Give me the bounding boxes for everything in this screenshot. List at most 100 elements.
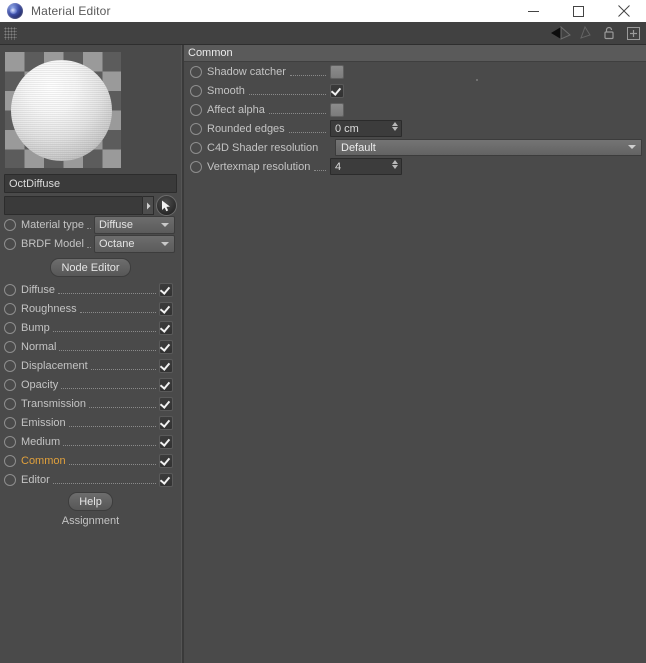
material-type-select[interactable]: Diffuse: [93, 215, 175, 234]
shader-link-input[interactable]: [4, 196, 143, 215]
channel-checkbox[interactable]: [159, 282, 173, 297]
dot-leader: [68, 456, 156, 465]
setting-radio[interactable]: [190, 84, 202, 97]
drag-grip[interactable]: [4, 26, 17, 40]
shader-link-row: [4, 195, 177, 216]
setting-checkbox[interactable]: [330, 64, 344, 79]
dot-leader: [86, 220, 91, 229]
channel-radio[interactable]: [4, 359, 16, 372]
setting-label: Rounded edges: [207, 122, 285, 135]
channel-checkbox[interactable]: [159, 453, 173, 468]
channel-checkbox[interactable]: [159, 434, 173, 449]
brdf-model-radio[interactable]: [4, 237, 16, 250]
assignment-label[interactable]: Assignment: [0, 515, 181, 527]
setting-radio[interactable]: [190, 141, 202, 154]
channel-radio[interactable]: [4, 454, 16, 467]
pick-cursor-icon[interactable]: [156, 195, 177, 216]
setting-value: Default: [341, 141, 376, 154]
channel-label: Common: [21, 454, 66, 467]
dot-leader: [52, 475, 156, 484]
brdf-model-value: Octane: [98, 237, 135, 250]
setting-label: Vertexmap resolution: [207, 160, 311, 173]
channel-row: Roughness: [0, 299, 181, 318]
setting-row: Smooth: [184, 81, 646, 100]
setting-value: 0 cm: [335, 122, 359, 135]
setting-label: Affect alpha: [207, 103, 265, 116]
setting-spinner[interactable]: 0 cm: [330, 120, 402, 137]
material-type-value: Diffuse: [98, 218, 134, 231]
chevron-down-icon: [161, 241, 169, 246]
channel-radio[interactable]: [4, 416, 16, 429]
forward-arrow-icon[interactable]: [574, 23, 596, 43]
channel-checkbox[interactable]: [159, 415, 173, 430]
channel-radio[interactable]: [4, 473, 16, 486]
channel-row: Displacement: [0, 356, 181, 375]
window-title: Material Editor: [31, 4, 111, 18]
dot-leader: [59, 342, 156, 351]
setting-label: Smooth: [207, 84, 245, 97]
channel-radio[interactable]: [4, 283, 16, 296]
channel-checkbox[interactable]: [159, 358, 173, 373]
back-arrow-icon[interactable]: [550, 23, 572, 43]
editor-toolbar: [0, 22, 646, 45]
dot-leader: [89, 399, 156, 408]
dot-leader: [289, 67, 326, 76]
node-editor-button[interactable]: Node Editor: [50, 258, 131, 277]
channel-row: Opacity: [0, 375, 181, 394]
setting-row: C4D Shader resolution Default: [184, 138, 646, 157]
channel-label: Diffuse: [21, 283, 56, 296]
minimize-button[interactable]: [511, 0, 556, 22]
dot-leader: [314, 162, 326, 171]
channel-radio[interactable]: [4, 340, 16, 353]
channel-radio[interactable]: [4, 302, 16, 315]
setting-checkbox[interactable]: [330, 83, 344, 98]
channel-label: Normal: [21, 340, 57, 353]
channel-checkbox[interactable]: [159, 339, 173, 354]
brdf-model-select[interactable]: Octane: [93, 234, 175, 253]
channel-label: Editor: [21, 473, 50, 486]
setting-label-block: Affect alpha: [190, 103, 330, 116]
setting-checkbox[interactable]: [330, 102, 344, 117]
channel-row: Bump: [0, 318, 181, 337]
channel-radio[interactable]: [4, 378, 16, 391]
setting-radio[interactable]: [190, 65, 202, 78]
setting-radio[interactable]: [190, 122, 202, 135]
stepper-arrows-icon[interactable]: [392, 160, 398, 169]
material-name-input[interactable]: OctDiffuse: [4, 174, 177, 193]
lock-icon[interactable]: [598, 23, 620, 43]
setting-row: Affect alpha: [184, 100, 646, 119]
add-panel-icon[interactable]: [622, 23, 644, 43]
window-controls: [511, 0, 646, 22]
help-row: Help: [0, 492, 181, 511]
dot-leader: [288, 124, 326, 133]
channel-checkbox[interactable]: [159, 472, 173, 487]
channel-label: Bump: [21, 321, 50, 334]
channel-radio[interactable]: [4, 397, 16, 410]
setting-label-block: Shadow catcher: [190, 65, 330, 78]
channel-radio[interactable]: [4, 321, 16, 334]
node-editor-row: Node Editor: [0, 258, 181, 277]
channel-checkbox[interactable]: [159, 396, 173, 411]
channel-radio[interactable]: [4, 435, 16, 448]
dot-leader: [58, 285, 156, 294]
material-preview[interactable]: [5, 52, 121, 168]
channel-checkbox[interactable]: [159, 377, 173, 392]
setting-dropdown[interactable]: Default: [335, 139, 642, 156]
channel-row: Emission: [0, 413, 181, 432]
left-panel: OctDiffuse Material type Diffuse BRDF Mo…: [0, 45, 181, 663]
stepper-arrows-icon[interactable]: [392, 122, 398, 131]
help-button[interactable]: Help: [68, 492, 113, 511]
material-type-radio[interactable]: [4, 218, 16, 231]
chevron-right-icon[interactable]: [143, 196, 154, 215]
close-button[interactable]: [601, 0, 646, 22]
channel-label: Transmission: [21, 397, 86, 410]
setting-spinner[interactable]: 4: [330, 158, 402, 175]
channel-checkbox[interactable]: [159, 320, 173, 335]
channel-checkbox[interactable]: [159, 301, 173, 316]
setting-radio[interactable]: [190, 103, 202, 116]
maximize-button[interactable]: [556, 0, 601, 22]
channel-row: Transmission: [0, 394, 181, 413]
setting-radio[interactable]: [190, 160, 202, 173]
toolbar-icon-group: [550, 22, 644, 44]
channel-row: Common: [0, 451, 181, 470]
